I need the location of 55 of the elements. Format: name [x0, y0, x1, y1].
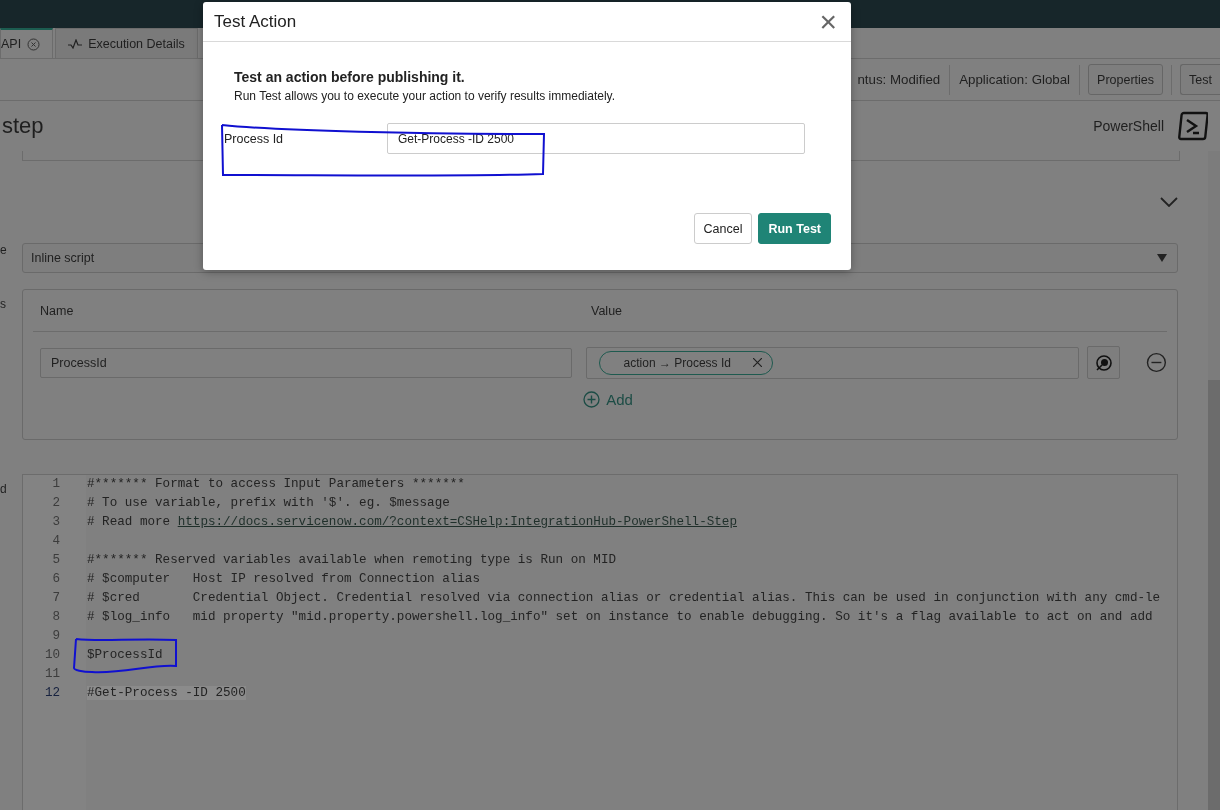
- field-label: s: [0, 297, 6, 311]
- step-type-label: PowerShell: [1093, 118, 1164, 134]
- run-test-button[interactable]: Run Test: [758, 213, 831, 244]
- name-field[interactable]: ProcessId: [40, 347, 572, 378]
- line-number: 2: [51, 495, 60, 512]
- field-label: e: [0, 243, 7, 257]
- caret-icon: [1157, 254, 1167, 262]
- line-number: 8: [51, 609, 60, 626]
- line-number: 10: [43, 647, 60, 664]
- field-label: d: [0, 482, 7, 496]
- line-number: 4: [51, 533, 60, 550]
- line-number: 7: [51, 590, 60, 607]
- docs-link[interactable]: https://docs.servicenow.com/?context=CSHelp:IntegrationHub-PowerShell-Step: [177, 515, 737, 529]
- code-line: # To use variable, prefix with '$'. eg. $message: [87, 496, 450, 510]
- header-button[interactable]: Test: [1180, 64, 1220, 95]
- step-title: step: [1, 113, 44, 139]
- code-line: #******* Reserved variables available when remoting type is Run on MID: [87, 553, 617, 567]
- close-icon[interactable]: [752, 358, 762, 367]
- dialog-description: Run Test allows you to execute your action to verify results immediately.: [234, 89, 617, 103]
- value-field[interactable]: action → Process Id: [585, 346, 1080, 379]
- close-icon[interactable]: [27, 37, 41, 51]
- close-button[interactable]: ×: [819, 6, 837, 37]
- code-line: #******* Format to access Input Parameters *******: [87, 477, 465, 491]
- code-line: # $computer Host IP resolved from Connection alias: [87, 572, 480, 586]
- target-icon: [1094, 353, 1113, 372]
- add-icon: [583, 391, 601, 408]
- code-line: # $cred Credential Object. Credential resolved via connection alias or credential alias. This can be used in conjunction with any cmd-le: [87, 591, 1161, 605]
- dialog-heading: Test an action before publishing it.: [234, 69, 466, 85]
- line-number: 11: [43, 666, 60, 683]
- line-number: 6: [51, 571, 60, 588]
- remove-icon[interactable]: [1146, 352, 1167, 373]
- terminal-icon: [1178, 111, 1208, 141]
- add-link[interactable]: Add: [578, 391, 638, 408]
- code-line: # $log_info mid property "mid.property.powershell.log_info" set on instance to enable debugging. So it's a flag available to act on and add: [87, 610, 1153, 624]
- chevron-down-icon[interactable]: [1160, 197, 1178, 207]
- code-line: $ProcessId: [87, 648, 163, 662]
- column-header: Name: [39, 303, 75, 318]
- code-line: # Read more https://docs.servicenow.com/?context=CSHelp:IntegrationHub-PowerShell-Step: [87, 515, 737, 529]
- dialog-title: Test Action: [214, 11, 297, 32]
- cancel-button[interactable]: Cancel: [693, 213, 753, 244]
- tab[interactable]: Execution Details: [55, 28, 198, 58]
- code-editor[interactable]: [22, 474, 1178, 810]
- line-number: 9: [51, 628, 60, 645]
- line-number: 12: [43, 685, 60, 702]
- tab[interactable]: API: [0, 28, 54, 58]
- header-button[interactable]: Properties: [1088, 64, 1164, 95]
- application-label: Application: Global: [958, 72, 1072, 87]
- column-header: Value: [591, 303, 623, 318]
- status-label: ntus: Modified: [856, 72, 942, 87]
- line-number: 1: [51, 476, 60, 493]
- field-label: Process Id: [224, 131, 285, 146]
- line-number: 5: [51, 552, 60, 569]
- data-picker-button[interactable]: [1087, 346, 1121, 379]
- pulse-icon: [68, 38, 83, 49]
- line-number: 3: [51, 514, 60, 531]
